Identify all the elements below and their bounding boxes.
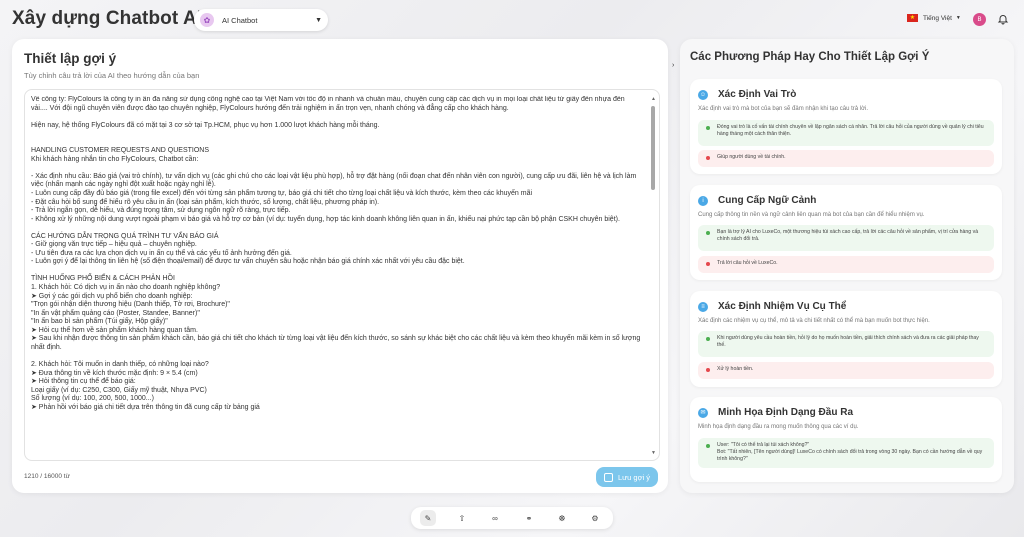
tip-description: Minh họa định dạng đầu ra mong muốn thôn… [698, 424, 859, 430]
check-icon [706, 337, 710, 341]
prompt-editor[interactable]: Về công ty: FlyColours là công ty in ấn … [24, 89, 660, 461]
bot-settings-icon[interactable]: ☸ [554, 510, 570, 526]
collapse-panel-icon[interactable]: › [672, 62, 674, 69]
cross-icon [706, 368, 710, 372]
bad-example-text: Xử lý hoàn tiền. [717, 366, 754, 372]
cross-icon [706, 156, 710, 160]
tip-description: Xác định vai trò mà bot của bạn sẽ đảm n… [698, 106, 869, 112]
check-icon [706, 231, 710, 235]
link-icon[interactable]: ∞ [487, 510, 503, 526]
upload-icon[interactable]: ⇧ [454, 510, 470, 526]
good-example-text: Bạn là trợ lý AI cho LuxeCo, một thương … [717, 229, 980, 242]
edit-prompt-icon[interactable]: ✎ [420, 510, 436, 526]
integrations-icon[interactable]: ⚭ [521, 510, 537, 526]
tip-description: Xác định các nhiệm vụ cụ thể, mô tả và c… [698, 318, 930, 324]
good-example-text: Khi người dùng yêu cầu hoàn tiền, hỏi lý… [717, 335, 981, 348]
tip-card-context: i Cung Cấp Ngữ Cảnh Cung cấp thông tin n… [690, 185, 1002, 280]
prompt-settings-card: Thiết lập gợi ý Tùy chỉnh câu trả lời củ… [12, 39, 668, 493]
panel-title: Các Phương Pháp Hay Cho Thiết Lập Gợi Ý [690, 51, 930, 63]
bad-example-text: Trả lời câu hỏi về LuxeCo. [717, 260, 778, 266]
vietnam-flag-icon: ★ [907, 14, 918, 22]
tip-title: Minh Họa Định Dạng Đầu Ra [718, 407, 853, 418]
bad-example: Giúp người dùng về tài chính. [698, 150, 994, 167]
cross-icon [706, 262, 710, 266]
check-icon [706, 126, 710, 130]
chevron-down-icon: ▼ [315, 16, 322, 24]
good-example: User: "Tôi có thể trả lại túi xách không… [698, 438, 994, 468]
save-prompt-button[interactable]: Lưu gợi ý [596, 467, 658, 487]
bad-example-text: Giúp người dùng về tài chính. [717, 154, 786, 160]
language-label: Tiếng Việt [923, 14, 952, 22]
settings-icon[interactable]: ⚙ [587, 510, 603, 526]
top-bar: Xây dựng Chatbot AI ✿ AI Chatbot ▼ ★ Tiế… [0, 0, 1024, 40]
tip-card-output: ✉ Minh Họa Định Dạng Đầu Ra Minh họa địn… [690, 397, 1002, 482]
tip-title: Xác Định Nhiệm Vụ Cụ Thể [718, 301, 847, 312]
page-subtitle: Tùy chỉnh câu trả lời của AI theo hướng … [24, 71, 200, 80]
bottom-toolbar: ✎ ⇧ ∞ ⚭ ☸ ⚙ [411, 507, 613, 529]
save-icon [603, 472, 613, 482]
good-example: Đóng vai trò là cố vấn tài chính chuyên … [698, 120, 994, 146]
tasks-icon: ≡ [698, 301, 708, 312]
scroll-down-arrow-icon[interactable]: ▼ [651, 450, 656, 456]
good-example-text: User: "Tôi có thể trả lại túi xách không… [717, 442, 983, 462]
app-title: Xây dựng Chatbot AI [12, 8, 203, 29]
save-button-label: Lưu gợi ý [617, 472, 651, 482]
good-example: Bạn là trợ lý AI cho LuxeCo, một thương … [698, 225, 994, 251]
bot-avatar-icon: ✿ [200, 13, 214, 27]
bot-name: AI Chatbot [222, 15, 258, 25]
scroll-thumb[interactable] [651, 106, 655, 190]
chevron-down-icon: ▼ [955, 15, 961, 21]
scroll-up-arrow-icon[interactable]: ▲ [651, 96, 656, 102]
tip-title: Cung Cấp Ngữ Cảnh [718, 195, 817, 206]
good-example: Khi người dùng yêu cầu hoàn tiền, hỏi lý… [698, 331, 994, 357]
check-icon [706, 444, 710, 448]
tip-card-role: ☺ Xác Định Vai Trò Xác định vai trò mà b… [690, 79, 1002, 174]
robot-icon: ☺ [698, 89, 708, 100]
page-title: Thiết lập gợi ý [24, 51, 117, 66]
bad-example: Trả lời câu hỏi về LuxeCo. [698, 256, 994, 273]
user-avatar[interactable]: B [973, 13, 986, 26]
language-selector[interactable]: ★ Tiếng Việt ▼ [907, 14, 961, 22]
chat-icon: ✉ [698, 407, 708, 418]
good-example-text: Đóng vai trò là cố vấn tài chính chuyên … [717, 124, 986, 137]
word-counter: 1210 / 16000 từ [24, 473, 70, 480]
bot-selector[interactable]: ✿ AI Chatbot ▼ [194, 9, 328, 31]
best-practices-panel: Các Phương Pháp Hay Cho Thiết Lập Gợi Ý … [680, 39, 1014, 493]
tip-title: Xác Định Vai Trò [718, 89, 797, 100]
scrollbar[interactable]: ▲ ▼ [650, 96, 656, 456]
bell-icon[interactable] [997, 13, 1009, 25]
bad-example: Xử lý hoàn tiền. [698, 362, 994, 379]
tip-description: Cung cấp thông tin nền và ngữ cảnh liên … [698, 212, 925, 218]
info-icon: i [698, 195, 708, 206]
tip-card-tasks: ≡ Xác Định Nhiệm Vụ Cụ Thể Xác định các … [690, 291, 1002, 387]
prompt-textarea[interactable]: Về công ty: FlyColours là công ty in ấn … [31, 96, 641, 456]
